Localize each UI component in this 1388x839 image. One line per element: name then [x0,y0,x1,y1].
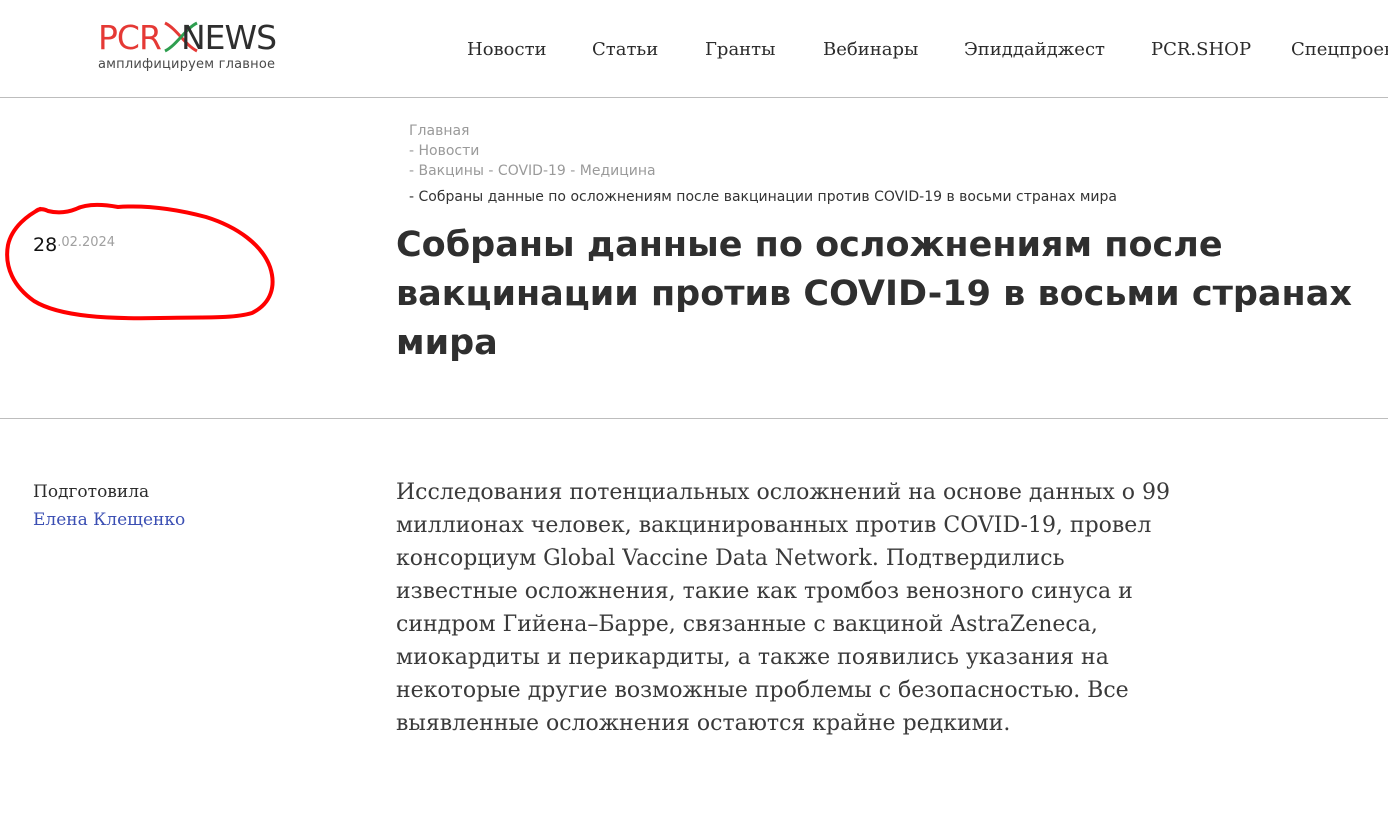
nav-item-webinars[interactable]: Вебинары [823,39,918,60]
publish-date: 28.02.2024 [33,234,115,256]
date-month-year: .02.2024 [57,235,116,250]
article-title: Собраны данные по осложнениям после вакц… [396,225,1352,363]
red-circle-annotation [5,202,275,321]
breadcrumb-home[interactable]: Главная [409,121,1117,141]
breadcrumb-news[interactable]: - Новости [409,141,1117,161]
main-nav: Новости Статьи Гранты Вебинары Эпиддайдж… [0,0,1388,97]
site-header: PCR NEWS амплифицируем главное Новости С… [0,0,1388,98]
breadcrumb-tags[interactable]: - Вакцины - COVID-19 - Медицина [409,161,1117,181]
date-day: 28 [33,234,58,256]
page: PCR NEWS амплифицируем главное Новости С… [0,0,1388,839]
nav-item-articles[interactable]: Статьи [592,39,658,60]
breadcrumb-current: - Собраны данные по осложнениям после ва… [409,189,1117,205]
nav-item-news[interactable]: Новости [467,39,547,60]
nav-item-pcr-shop[interactable]: PCR.SHOP [1151,39,1251,60]
author-label: Подготовила [33,482,150,502]
nav-item-grants[interactable]: Гранты [705,39,775,60]
nav-item-epidigest[interactable]: Эпиддайджест [964,39,1105,60]
article-lead: Исследования потенциальных осложнений на… [396,480,1170,736]
nav-item-special-projects[interactable]: Спецпроек [1291,39,1388,60]
author-link[interactable]: Елена Клещенко [33,510,185,530]
breadcrumb: Главная - Новости - Вакцины - COVID-19 -… [409,121,1117,207]
section-divider [0,418,1388,419]
